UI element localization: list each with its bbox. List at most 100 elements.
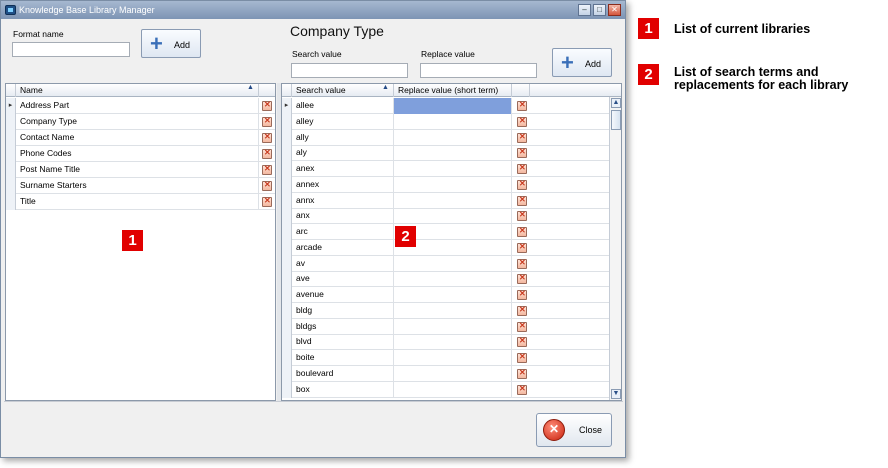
- delete-icon[interactable]: [517, 321, 527, 332]
- library-row[interactable]: ▸ Address Part: [6, 98, 275, 114]
- delete-icon[interactable]: [517, 368, 527, 379]
- replace-value-cell[interactable]: [394, 350, 512, 366]
- term-row[interactable]: ally: [282, 129, 609, 146]
- term-row[interactable]: annx: [282, 192, 609, 209]
- replace-value-cell[interactable]: [394, 365, 512, 382]
- delete-icon[interactable]: [517, 352, 527, 363]
- replace-value-cell[interactable]: [394, 318, 512, 335]
- term-row[interactable]: blvd: [282, 334, 609, 351]
- term-row[interactable]: ave: [282, 271, 609, 288]
- library-row[interactable]: Company Type: [6, 114, 275, 130]
- delete-icon[interactable]: [262, 132, 272, 143]
- replace-value-column-header[interactable]: Replace value (short term): [394, 84, 512, 97]
- delete-icon[interactable]: [517, 289, 527, 300]
- search-value-input[interactable]: [291, 63, 408, 78]
- search-value-label: Search value: [292, 49, 342, 59]
- delete-icon[interactable]: [517, 179, 527, 190]
- add-term-button[interactable]: + Add: [552, 48, 612, 77]
- replace-value-cell[interactable]: [394, 271, 512, 288]
- row-indicator: [282, 113, 292, 130]
- replace-value-cell[interactable]: [394, 192, 512, 209]
- term-row[interactable]: avenue: [282, 287, 609, 303]
- term-row[interactable]: aly: [282, 145, 609, 162]
- replace-value-cell[interactable]: [394, 302, 512, 319]
- delete-icon[interactable]: [517, 147, 527, 159]
- scroll-down-icon[interactable]: ▼: [611, 389, 621, 399]
- delete-icon[interactable]: [517, 336, 527, 348]
- terms-scrollbar[interactable]: ▲ ▼: [609, 97, 621, 400]
- replace-value-cell[interactable]: [394, 176, 512, 193]
- replace-value-cell[interactable]: [394, 129, 512, 146]
- close-button[interactable]: Close: [536, 413, 612, 447]
- term-row[interactable]: av: [282, 255, 609, 272]
- replace-value-cell[interactable]: [394, 98, 512, 114]
- term-row[interactable]: ▸ allee: [282, 98, 609, 114]
- delete-icon[interactable]: [517, 116, 527, 127]
- term-row[interactable]: anx: [282, 208, 609, 225]
- library-row[interactable]: Contact Name: [6, 130, 275, 146]
- search-value-cell: anex: [292, 161, 394, 177]
- delete-icon[interactable]: [517, 384, 527, 395]
- library-row[interactable]: Title: [6, 194, 275, 210]
- term-row[interactable]: annex: [282, 176, 609, 193]
- row-indicator: [282, 176, 292, 193]
- row-indicator: [282, 129, 292, 146]
- scroll-thumb[interactable]: [611, 110, 621, 130]
- replace-value-cell[interactable]: [394, 161, 512, 177]
- name-column-header[interactable]: Name: [16, 84, 259, 97]
- delete-icon[interactable]: [262, 180, 272, 191]
- term-row[interactable]: bldg: [282, 302, 609, 319]
- library-title: Company Type: [290, 23, 384, 39]
- replace-value-cell[interactable]: [394, 208, 512, 225]
- term-row[interactable]: bldgs: [282, 318, 609, 335]
- search-value-cell: boulevard: [292, 365, 394, 382]
- row-indicator: [282, 287, 292, 303]
- add-format-label: Add: [173, 40, 190, 50]
- delete-icon[interactable]: [517, 242, 527, 253]
- term-row[interactable]: arcade: [282, 239, 609, 256]
- delete-icon[interactable]: [517, 258, 527, 269]
- term-row[interactable]: boite: [282, 350, 609, 366]
- replace-value-cell[interactable]: [394, 334, 512, 351]
- delete-icon[interactable]: [517, 273, 527, 285]
- term-row[interactable]: anex: [282, 161, 609, 177]
- scroll-up-icon[interactable]: ▲: [611, 98, 621, 108]
- replace-value-cell[interactable]: [394, 381, 512, 398]
- replace-value-cell[interactable]: [394, 113, 512, 130]
- replace-value-cell[interactable]: [394, 255, 512, 272]
- delete-icon[interactable]: [517, 163, 527, 174]
- library-row[interactable]: Phone Codes: [6, 146, 275, 162]
- delete-icon[interactable]: [517, 195, 527, 206]
- term-row[interactable]: box: [282, 381, 609, 398]
- row-indicator: [6, 162, 16, 178]
- term-row[interactable]: alley: [282, 113, 609, 130]
- row-indicator: [282, 208, 292, 225]
- term-row[interactable]: arc: [282, 224, 609, 240]
- library-row[interactable]: Post Name Title: [6, 162, 275, 178]
- replace-value-input[interactable]: [420, 63, 537, 78]
- search-value-column-header[interactable]: Search value: [292, 84, 394, 97]
- library-row[interactable]: Surname Starters: [6, 178, 275, 194]
- delete-icon[interactable]: [262, 148, 272, 159]
- row-indicator: [282, 318, 292, 335]
- delete-icon[interactable]: [517, 226, 527, 237]
- delete-icon[interactable]: [262, 164, 272, 175]
- delete-icon[interactable]: [262, 196, 272, 207]
- term-row[interactable]: boulevard: [282, 365, 609, 382]
- minimize-icon[interactable]: –: [578, 4, 591, 16]
- replace-value-cell[interactable]: [394, 145, 512, 162]
- maximize-icon[interactable]: □: [593, 4, 606, 16]
- delete-icon[interactable]: [517, 305, 527, 316]
- row-indicator: [282, 161, 292, 177]
- close-window-icon[interactable]: ✕: [608, 4, 621, 16]
- add-format-button[interactable]: + Add: [141, 29, 201, 58]
- format-name-input[interactable]: [12, 42, 130, 57]
- replace-value-cell[interactable]: [394, 287, 512, 303]
- delete-icon[interactable]: [262, 100, 272, 111]
- delete-icon[interactable]: [517, 210, 527, 222]
- delete-icon[interactable]: [517, 100, 527, 111]
- delete-icon[interactable]: [262, 116, 272, 127]
- library-name-cell: Surname Starters: [16, 178, 259, 194]
- delete-icon[interactable]: [517, 132, 527, 143]
- row-indicator: [6, 194, 16, 210]
